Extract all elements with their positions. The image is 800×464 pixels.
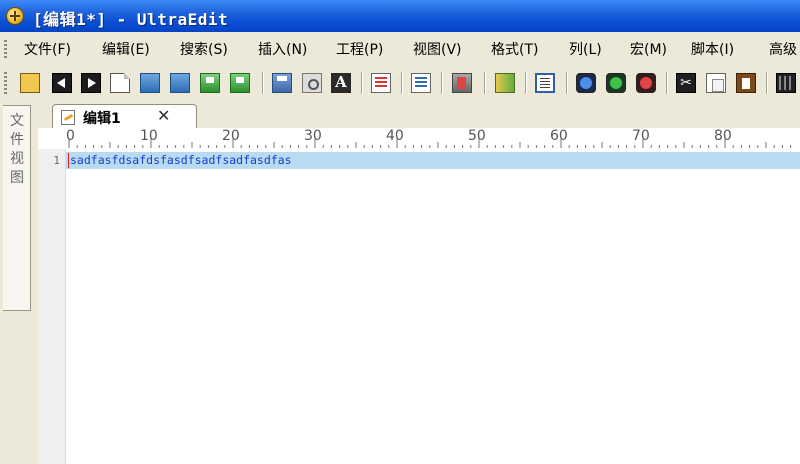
menu-file[interactable]: 文件(F) xyxy=(24,39,71,59)
ruler-label-60: 60 xyxy=(550,128,568,144)
save-all-icon[interactable] xyxy=(230,73,250,93)
text-caret xyxy=(68,153,69,168)
cut-icon[interactable]: ✂ xyxy=(676,73,696,93)
ruler-label-50: 50 xyxy=(468,128,486,144)
file-view-tab[interactable]: 文件视图 xyxy=(3,105,31,311)
toolbar-separator xyxy=(666,72,667,94)
word-wrap-icon[interactable] xyxy=(535,73,555,93)
green-circle-icon[interactable] xyxy=(606,73,626,93)
text-editor[interactable]: sadfasfdsafdsfasdfsadfsadfasdfas xyxy=(66,149,800,464)
print-icon[interactable] xyxy=(272,73,292,93)
ruler-label-80: 80 xyxy=(714,128,732,144)
editor-line[interactable]: sadfasfdsafdsfasdfsadfsadfasdfas xyxy=(70,153,292,167)
save-icon[interactable] xyxy=(200,73,220,93)
menu-edit[interactable]: 编辑(E) xyxy=(102,39,150,59)
back-arrow-icon[interactable] xyxy=(52,73,72,93)
open-folder-alt-icon[interactable] xyxy=(170,73,190,93)
document-tab-strip: 编辑1 ✕ xyxy=(38,102,800,129)
ruler-label-40: 40 xyxy=(386,128,404,144)
menu-grip[interactable] xyxy=(4,40,7,58)
paste-icon[interactable] xyxy=(736,73,756,93)
toolbar-separator xyxy=(525,72,526,94)
menu-advanced[interactable]: 高级 xyxy=(769,39,797,59)
open-folder-icon[interactable] xyxy=(140,73,160,93)
print-preview-icon[interactable] xyxy=(302,73,322,93)
column-ruler: 0 10 20 30 40 50 60 70 80 xyxy=(38,128,800,150)
document-tab-label: 编辑1 xyxy=(83,111,121,127)
tag-list-icon[interactable] xyxy=(452,73,472,93)
film-icon[interactable] xyxy=(776,73,796,93)
menu-script[interactable]: 脚本(I) xyxy=(691,39,734,59)
menu-insert[interactable]: 插入(N) xyxy=(258,39,307,59)
toolbar-separator xyxy=(441,72,442,94)
menu-view[interactable]: 视图(V) xyxy=(413,39,462,59)
menu-project[interactable]: 工程(P) xyxy=(336,39,383,59)
font-icon[interactable]: A xyxy=(331,73,351,93)
new-file-icon[interactable] xyxy=(20,73,40,93)
toolbar-separator xyxy=(401,72,402,94)
window-title: [编辑1*] - UltraEdit xyxy=(33,10,229,29)
new-document-icon[interactable] xyxy=(110,73,130,93)
document-tab[interactable]: 编辑1 ✕ xyxy=(52,104,197,129)
ruler-label-0: 0 xyxy=(66,128,75,144)
menu-macro[interactable]: 宏(M) xyxy=(630,39,667,59)
blue-circle-icon[interactable] xyxy=(576,73,596,93)
toolbar-grip[interactable] xyxy=(4,72,7,94)
line-list-icon[interactable] xyxy=(411,73,431,93)
red-circle-icon[interactable] xyxy=(636,73,656,93)
toolbar-separator xyxy=(484,72,485,94)
file-view-label: 文件视图 xyxy=(10,113,24,186)
line-number: 1 xyxy=(53,154,60,167)
close-icon[interactable]: ✕ xyxy=(157,106,170,125)
copy-icon[interactable] xyxy=(706,73,726,93)
line-number-gutter: 1 xyxy=(38,149,66,464)
toolbar-separator xyxy=(361,72,362,94)
ruler-label-20: 20 xyxy=(222,128,240,144)
main-toolbar: A ✂ xyxy=(0,64,800,103)
left-sidebar: 文件视图 xyxy=(0,102,38,464)
column-mode-icon[interactable] xyxy=(495,73,515,93)
ultraedit-app-icon[interactable] xyxy=(6,7,24,25)
word-count-icon[interactable] xyxy=(371,73,391,93)
menu-column[interactable]: 列(L) xyxy=(569,39,602,59)
toolbar-separator xyxy=(262,72,263,94)
menu-format[interactable]: 格式(T) xyxy=(491,39,538,59)
document-icon xyxy=(61,110,75,125)
ruler-label-30: 30 xyxy=(304,128,322,144)
menu-bar: 文件(F) 编辑(E) 搜索(S) 插入(N) 工程(P) 视图(V) 格式(T… xyxy=(0,32,800,64)
ruler-label-70: 70 xyxy=(632,128,650,144)
menu-search[interactable]: 搜索(S) xyxy=(180,39,228,59)
toolbar-separator xyxy=(566,72,567,94)
ruler-label-10: 10 xyxy=(140,128,158,144)
toolbar-separator xyxy=(766,72,767,94)
title-bar[interactable]: [编辑1*] - UltraEdit xyxy=(0,0,800,32)
forward-arrow-icon[interactable] xyxy=(81,73,101,93)
